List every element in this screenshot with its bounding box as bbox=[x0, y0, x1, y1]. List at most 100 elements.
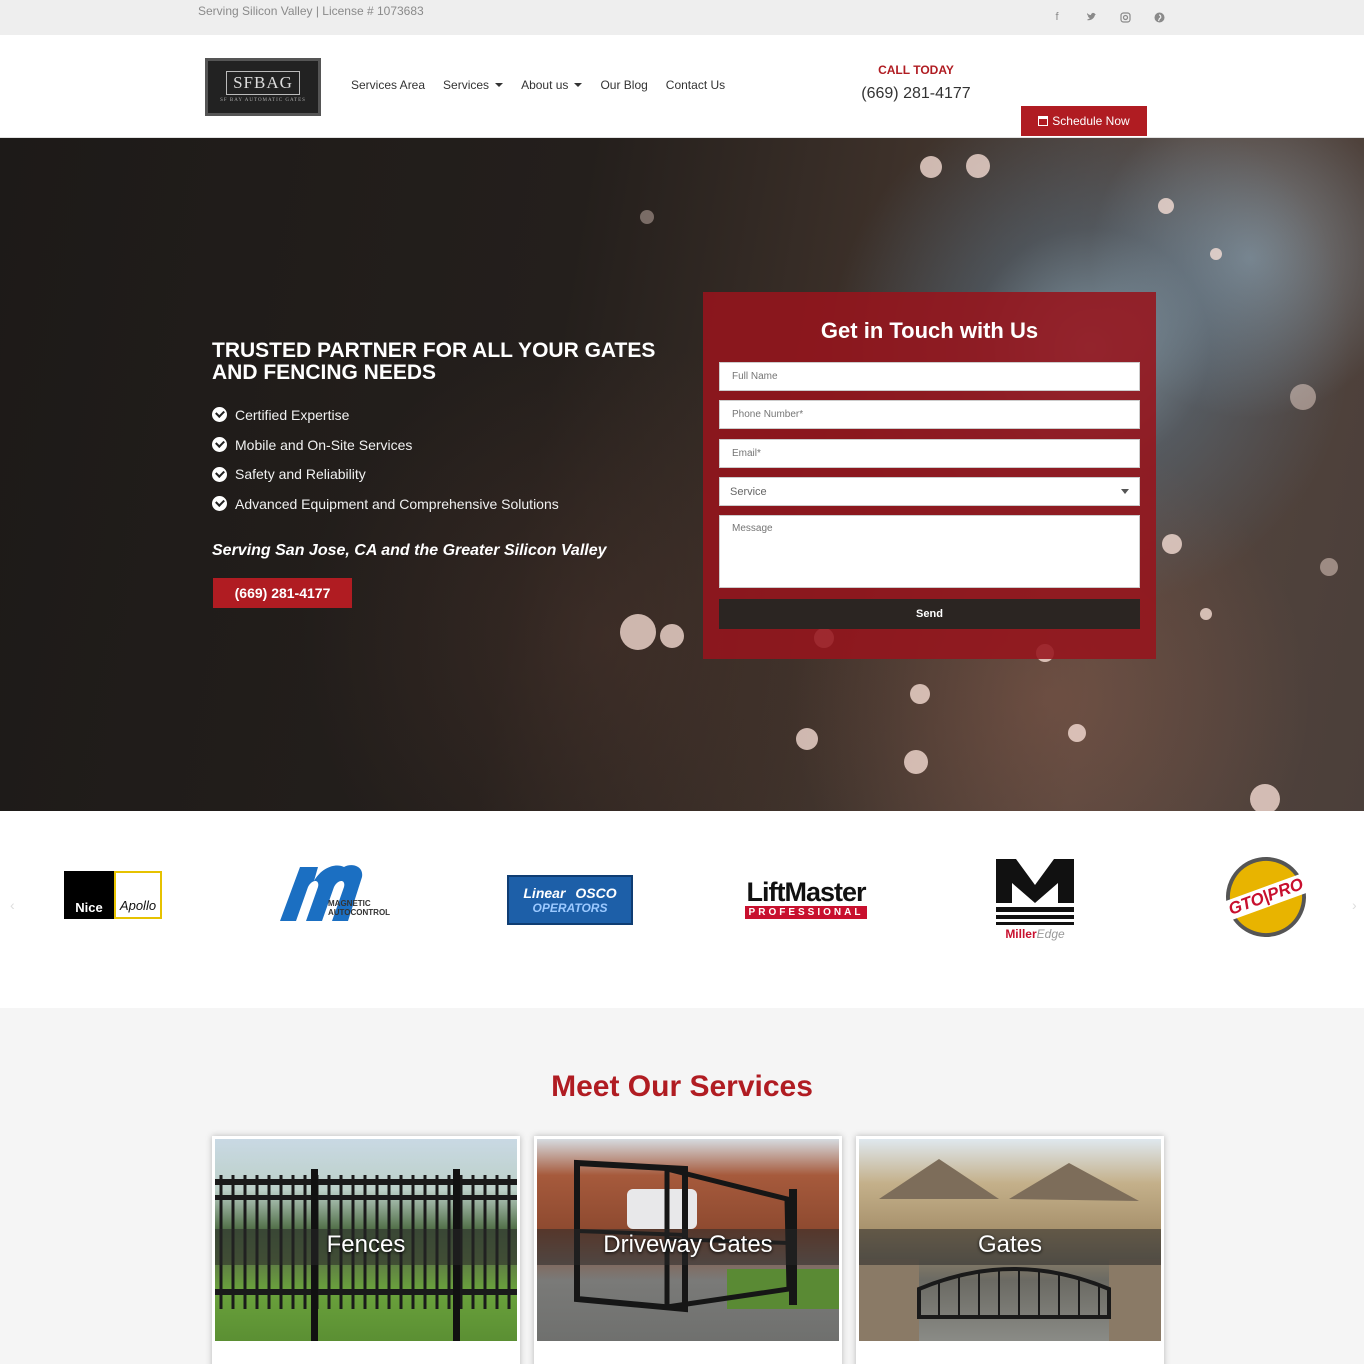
email-input[interactable] bbox=[719, 439, 1140, 468]
hero-section: TRUSTED PARTNER FOR ALL YOUR GATES AND F… bbox=[0, 138, 1364, 811]
facebook-icon[interactable]: f bbox=[1048, 8, 1066, 26]
feature-list: Certified Expertise Mobile and On-Site S… bbox=[212, 400, 559, 519]
spark-decoration bbox=[966, 154, 990, 178]
chevron-down-icon bbox=[574, 83, 583, 87]
spark-decoration bbox=[1210, 248, 1222, 260]
feature-label: Mobile and On-Site Services bbox=[235, 436, 413, 453]
nav-label: About us bbox=[521, 78, 569, 92]
pinterest-icon[interactable] bbox=[1150, 8, 1168, 26]
logo-part: Edge bbox=[1036, 927, 1065, 941]
feature-item: Certified Expertise bbox=[212, 400, 559, 430]
spark-decoration bbox=[640, 210, 654, 224]
nav-label: Our Blog bbox=[600, 78, 648, 92]
serving-area-text: Serving San Jose, CA and the Greater Sil… bbox=[212, 542, 607, 559]
call-today-block: CALL TODAY (669) 281-4177 bbox=[846, 63, 986, 103]
logo-part: GTO|PRO bbox=[1223, 873, 1309, 921]
spark-decoration bbox=[1320, 558, 1338, 576]
card-title: Driveway Gates bbox=[603, 1231, 773, 1258]
site-header: SFBAG SF BAY AUTOMATIC GATES Services Ar… bbox=[0, 35, 1364, 138]
hero-phone-button[interactable]: (669) 281-4177 bbox=[213, 578, 352, 608]
spark-decoration bbox=[660, 624, 684, 648]
service-card-gates[interactable]: Gates bbox=[856, 1136, 1164, 1364]
logo-mark: SFBAG bbox=[226, 71, 300, 95]
logo-subtitle: SF BAY AUTOMATIC GATES bbox=[220, 98, 306, 103]
header-phone-link[interactable]: (669) 281-4177 bbox=[846, 85, 986, 103]
logo-part: MAGNETIC bbox=[328, 899, 371, 908]
logo-part: LiftMaster bbox=[746, 876, 866, 907]
nav-label: Contact Us bbox=[665, 78, 726, 92]
logo-part: OPERATORS bbox=[532, 901, 608, 915]
instagram-icon[interactable] bbox=[1116, 8, 1134, 26]
milleredge-m-mark bbox=[996, 859, 1074, 925]
liftmaster-logo: LiftMaster PROFESSIONAL bbox=[736, 875, 876, 921]
feature-item: Mobile and On-Site Services bbox=[212, 430, 559, 460]
social-links: f bbox=[1048, 8, 1168, 26]
service-card-driveway-gates[interactable]: Driveway Gates bbox=[534, 1136, 842, 1364]
call-today-label: CALL TODAY bbox=[878, 63, 954, 77]
calendar-icon bbox=[1038, 116, 1049, 126]
chevron-left-icon[interactable]: ‹ bbox=[10, 897, 15, 913]
service-card-fences[interactable]: Fences bbox=[212, 1136, 520, 1364]
top-bar: Serving Silicon Valley | License # 10736… bbox=[0, 0, 1364, 35]
service-select-value: Service bbox=[730, 485, 767, 498]
spark-decoration bbox=[796, 728, 818, 750]
nav-label: Services Area bbox=[351, 78, 426, 92]
site-logo[interactable]: SFBAG SF BAY AUTOMATIC GATES bbox=[205, 58, 321, 116]
spark-decoration bbox=[904, 750, 928, 774]
nav-services-area[interactable]: Services Area bbox=[351, 78, 425, 92]
nav-services[interactable]: Services bbox=[443, 78, 504, 92]
schedule-label: Schedule Now bbox=[1052, 114, 1130, 128]
spark-decoration bbox=[620, 614, 656, 650]
feature-item: Safety and Reliability bbox=[212, 459, 559, 489]
spark-decoration bbox=[1290, 384, 1316, 410]
logo-part: Apollo bbox=[114, 871, 162, 919]
nav-our-blog[interactable]: Our Blog bbox=[600, 78, 647, 92]
nav-label: Services bbox=[443, 78, 490, 92]
feature-label: Certified Expertise bbox=[235, 406, 350, 423]
contact-form: Get in Touch with Us Service Send bbox=[703, 292, 1156, 659]
spark-decoration bbox=[1200, 608, 1212, 620]
main-nav: Services Area Services About us Our Blog… bbox=[351, 78, 725, 92]
logo-part: Nice bbox=[64, 871, 114, 919]
gto-pro-logo: GTO|PRO bbox=[1214, 845, 1318, 949]
chevron-down-icon bbox=[495, 83, 504, 87]
card-title: Fences bbox=[326, 1231, 406, 1258]
chevron-right-icon[interactable]: › bbox=[1352, 897, 1357, 913]
logo-part: OSCO bbox=[575, 885, 617, 901]
spark-decoration bbox=[1162, 534, 1182, 554]
form-title: Get in Touch with Us bbox=[820, 318, 1039, 343]
milleredge-logo: MillerEdge bbox=[994, 859, 1076, 945]
chevron-down-icon bbox=[1121, 489, 1129, 494]
feature-label: Advanced Equipment and Comprehensive Sol… bbox=[235, 495, 559, 512]
logo-part: Linear bbox=[523, 885, 566, 901]
magnetic-autocontrol-logo: MAGNETIC AUTOCONTROL bbox=[278, 859, 410, 931]
spark-decoration bbox=[910, 684, 930, 704]
hero-title: TRUSTED PARTNER FOR ALL YOUR GATES AND F… bbox=[212, 339, 656, 384]
send-button[interactable]: Send bbox=[719, 599, 1140, 629]
check-circle-icon bbox=[212, 407, 227, 423]
nav-about-us[interactable]: About us bbox=[521, 78, 583, 92]
service-select[interactable]: Service bbox=[719, 477, 1140, 506]
feature-item: Advanced Equipment and Comprehensive Sol… bbox=[212, 489, 559, 519]
linear-osco-logo: Linear OSCO OPERATORS bbox=[507, 875, 633, 925]
full-name-input[interactable] bbox=[719, 362, 1140, 391]
logo-part: Miller bbox=[1005, 927, 1037, 941]
spark-decoration bbox=[920, 156, 942, 178]
check-circle-icon bbox=[212, 466, 227, 482]
phone-number-input[interactable] bbox=[719, 400, 1140, 429]
schedule-now-button[interactable]: Schedule Now bbox=[1021, 106, 1147, 136]
check-circle-icon bbox=[212, 496, 227, 512]
check-circle-icon bbox=[212, 437, 227, 453]
nice-apollo-logo: Nice Apollo bbox=[64, 871, 162, 919]
message-textarea[interactable] bbox=[719, 515, 1140, 588]
services-title: Meet Our Services bbox=[551, 1070, 813, 1103]
card-title: Gates bbox=[977, 1231, 1043, 1258]
partner-logos: ‹ › Nice Apollo MAGNETIC AUTOCONTROL Lin… bbox=[0, 811, 1364, 1008]
twitter-icon[interactable] bbox=[1082, 8, 1100, 26]
spark-decoration bbox=[1250, 784, 1280, 811]
spark-decoration bbox=[1068, 724, 1086, 742]
logo-part: PROFESSIONAL bbox=[744, 905, 868, 919]
logo-part: AUTOCONTROL bbox=[328, 908, 391, 917]
spark-decoration bbox=[1158, 198, 1174, 214]
nav-contact-us[interactable]: Contact Us bbox=[666, 78, 725, 92]
